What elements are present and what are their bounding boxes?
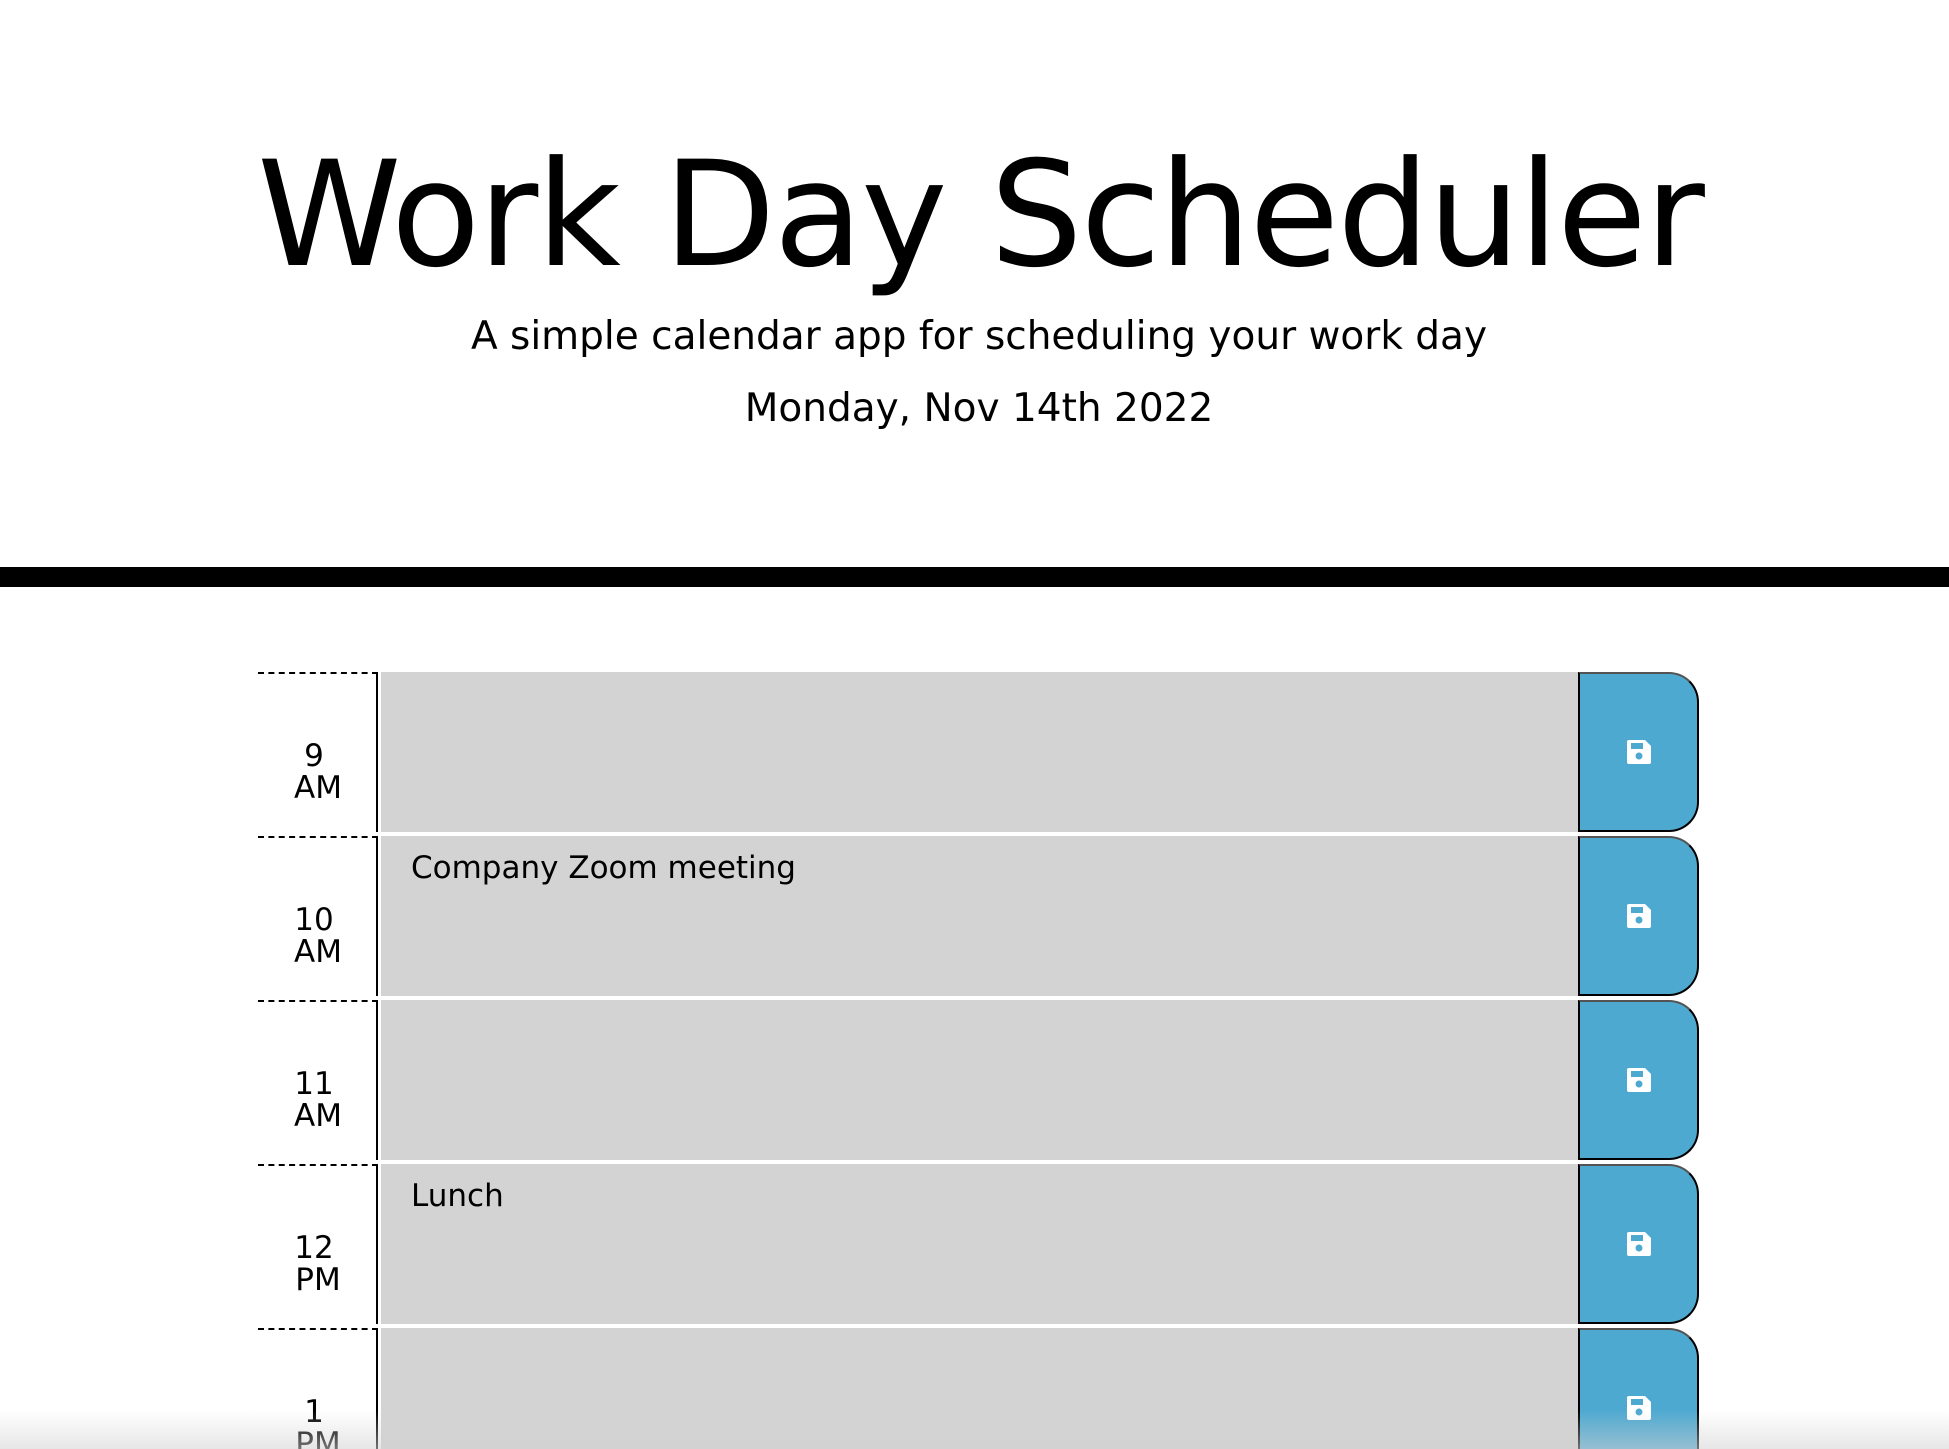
hour-period: AM <box>294 934 342 970</box>
floppy-disk-icon <box>1626 904 1651 928</box>
save-button[interactable] <box>1578 1328 1699 1449</box>
save-button[interactable] <box>1578 1000 1699 1160</box>
hour-number: 1 <box>304 1394 324 1430</box>
hour-number: 9 <box>304 738 324 774</box>
hour-number: 11 <box>294 1066 334 1102</box>
header: Work Day Scheduler A simple calendar app… <box>0 0 1949 587</box>
floppy-disk-icon <box>1626 1232 1651 1256</box>
save-button[interactable] <box>1578 672 1699 832</box>
time-block-10am: 10 AM Company Zoom meeting <box>258 836 1700 996</box>
time-block-12pm: 12 PM Lunch <box>258 1164 1700 1324</box>
hour-period: PM <box>295 1262 341 1298</box>
floppy-disk-icon <box>1626 740 1651 764</box>
event-description-input[interactable] <box>381 1000 1581 1160</box>
page-title: Work Day Scheduler <box>257 130 1705 300</box>
time-block-1pm: 1 PM <box>258 1328 1700 1449</box>
save-button[interactable] <box>1578 836 1699 996</box>
hour-label: 10 AM <box>258 836 378 996</box>
event-description-input[interactable]: Company Zoom meeting <box>381 836 1581 996</box>
hour-number: 10 <box>294 902 334 938</box>
event-description-input[interactable] <box>381 672 1581 832</box>
event-description-input[interactable] <box>381 1328 1581 1449</box>
hour-number: 12 <box>294 1230 334 1266</box>
save-button[interactable] <box>1578 1164 1699 1324</box>
hour-label: 12 PM <box>258 1164 378 1324</box>
hour-label: 9 AM <box>258 672 378 832</box>
schedule-container: 9 AM 10 AM Company Zoom meeting 11 AM 12… <box>258 672 1700 1449</box>
time-block-9am: 9 AM <box>258 672 1700 832</box>
hour-period: PM <box>295 1426 341 1449</box>
current-date: Monday, Nov 14th 2022 <box>744 386 1214 431</box>
event-description-input[interactable]: Lunch <box>381 1164 1581 1324</box>
floppy-disk-icon <box>1626 1396 1651 1420</box>
hour-label: 11 AM <box>258 1000 378 1160</box>
floppy-disk-icon <box>1626 1068 1651 1092</box>
hour-period: AM <box>294 770 342 806</box>
hour-label: 1 PM <box>258 1328 378 1449</box>
scheduler-page: Work Day Scheduler A simple calendar app… <box>0 0 1949 1449</box>
hour-period: AM <box>294 1098 342 1134</box>
time-block-11am: 11 AM <box>258 1000 1700 1160</box>
page-subtitle: A simple calendar app for scheduling you… <box>470 314 1488 359</box>
